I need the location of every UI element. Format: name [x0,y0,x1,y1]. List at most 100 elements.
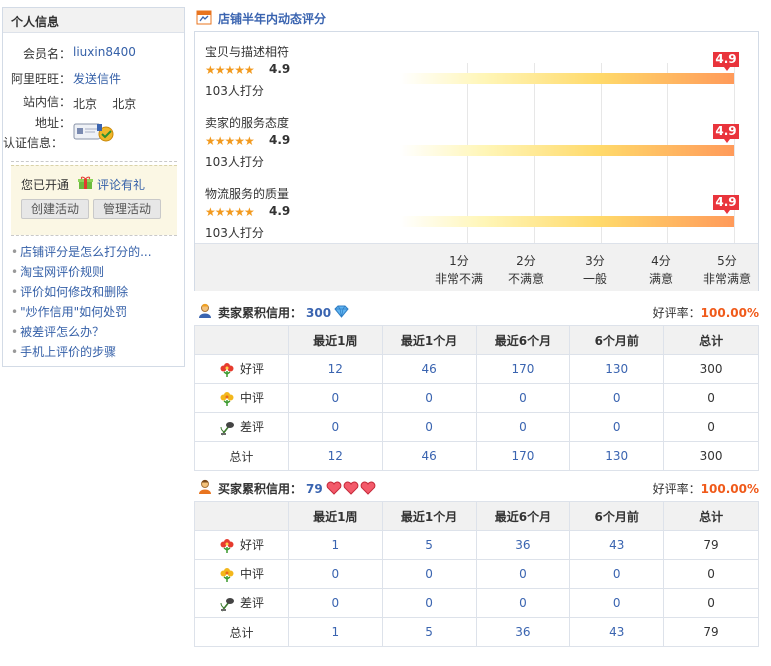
help-link[interactable]: 店铺评分是怎么打分的... [20,245,151,259]
help-link[interactable]: 被差评怎么办？ [20,325,104,339]
diamond-icon [334,305,349,321]
table-cell[interactable]: 0 [381,588,477,618]
seller-credit-header: 卖家累积信用： 300 好评率：100.00% [194,302,759,322]
table-cell[interactable]: 0 [475,588,571,618]
scale-points: 4分 [651,254,671,268]
gift-icon [78,176,93,193]
scale-desc: 非常满意 [702,272,751,286]
table-row: 好评 1 5 36 43 79 [194,530,759,560]
table-cell[interactable]: 5 [381,617,477,647]
table-cell[interactable]: 12 [287,354,383,384]
row-kind: 好评 [194,530,289,560]
rater-count: 103人打分 [205,155,264,169]
scale-desc: 一般 [582,272,607,286]
scale-points: 1分 [449,254,469,268]
row-label: 总计 [194,441,289,471]
list-item[interactable]: • 评价如何修改和删除 [11,282,152,302]
table-cell[interactable]: 0 [287,559,383,589]
seller-credit-label: 卖家累积信用： [218,306,303,320]
rating-metric: 宝贝与描述相符 ★★★★★ 4.9 103人打分 [205,43,290,98]
table-cell[interactable]: 0 [381,412,477,442]
table-row: 中评 0 0 0 0 0 [194,383,759,413]
table-cell[interactable]: 0 [569,588,665,618]
score-bar [400,73,734,84]
cert-label: 认证信息： [3,136,64,150]
create-activity-button[interactable]: 创建活动 [21,199,89,219]
table-cell[interactable]: 1 [287,530,383,560]
table-cell[interactable]: 46 [381,354,477,384]
star-rating-icon: ★★★★★ [205,134,255,148]
table-cell[interactable]: 130 [569,441,665,471]
table-cell[interactable]: 5 [381,530,477,560]
table-cell[interactable]: 12 [287,441,383,471]
row-label: 好评 [240,538,265,553]
table-cell[interactable]: 130 [569,354,665,384]
certificate-icon[interactable] [73,120,115,147]
table-cell[interactable]: 43 [569,530,665,560]
table-cell[interactable]: 0 [287,588,383,618]
scale-item: 3分 一般 [565,252,625,288]
table-cell[interactable]: 43 [569,617,665,647]
help-link[interactable]: 手机上评价的步骤 [20,345,116,359]
divider [11,161,177,162]
buyer-positive-rate: 好评率：100.00% [653,480,759,497]
table-cell[interactable]: 0 [287,383,383,413]
column-header [194,325,289,355]
metric-name: 卖家的服务态度 [205,116,290,130]
table-cell[interactable]: 0 [569,412,665,442]
table-cell[interactable]: 36 [475,617,571,647]
help-link[interactable]: "炒作信用"如何处罚 [20,305,127,319]
help-link[interactable]: 淘宝网评价规则 [20,265,104,279]
scale-item: 1分 非常不满 [429,252,489,288]
table-cell[interactable]: 0 [569,559,665,589]
table-cell-total: 79 [663,530,759,560]
wilted-flower-icon [219,596,235,612]
row-label: 好评 [240,362,265,377]
table-row: 好评 12 46 170 130 300 [194,354,759,384]
score-bar [400,216,734,227]
help-link[interactable]: 评价如何修改和删除 [20,285,128,299]
table-cell[interactable]: 0 [569,383,665,413]
rate-label: 好评率： [652,482,701,496]
manage-activity-button[interactable]: 管理活动 [93,199,161,219]
star-rating-icon: ★★★★★ [205,205,255,219]
metric-score: 4.9 [269,62,291,76]
table-cell[interactable]: 170 [475,441,571,471]
table-cell[interactable]: 170 [475,354,571,384]
table-cell[interactable]: 36 [475,530,571,560]
column-header: 最近1个月 [381,501,477,531]
member-label: 会员名： [22,47,71,61]
hearts-icon [326,481,378,498]
table-cell[interactable]: 0 [475,412,571,442]
table-header-row: 最近1周 最近1个月 最近6个月 6个月前 总计 [194,501,759,531]
seller-credit-table: 最近1周 最近1个月 最近6个月 6个月前 总计 好评 12 46 170 13… [194,325,759,471]
comment-gift-link[interactable]: 评论有礼 [97,176,145,193]
metric-name: 物流服务的质量 [205,187,290,201]
list-item[interactable]: • 店铺评分是怎么打分的... [11,242,152,262]
rater-count: 103人打分 [205,226,264,240]
score-flag: 4.9 [713,52,739,71]
list-item[interactable]: • 手机上评价的步骤 [11,342,152,362]
send-message-link[interactable]: 发送信件 [73,70,121,87]
table-cell-total: 0 [663,588,759,618]
yellow-flower-icon [219,567,235,583]
table-cell[interactable]: 0 [287,412,383,442]
list-item[interactable]: • 淘宝网评价规则 [11,262,152,282]
buyer-credit-header: 买家累积信用： 79 好评率：100.00% [194,478,759,498]
table-cell[interactable]: 0 [475,383,571,413]
list-item[interactable]: • "炒作信用"如何处罚 [11,302,152,322]
table-cell[interactable]: 0 [475,559,571,589]
table-cell[interactable]: 0 [381,383,477,413]
scale-points: 5分 [717,254,737,268]
member-name-link[interactable]: liuxin8400 [73,45,136,59]
activity-text: 您已开通 [21,178,70,192]
seller-positive-rate: 好评率：100.00% [653,304,759,321]
seller-user-icon [197,303,213,319]
row-label: 总计 [194,617,289,647]
list-item[interactable]: • 被差评怎么办？ [11,322,152,342]
table-cell[interactable]: 1 [287,617,383,647]
table-cell[interactable]: 0 [381,559,477,589]
table-cell[interactable]: 46 [381,441,477,471]
buyer-credit-title: 买家累积信用： 79 [218,480,323,497]
score-bar [400,145,734,156]
